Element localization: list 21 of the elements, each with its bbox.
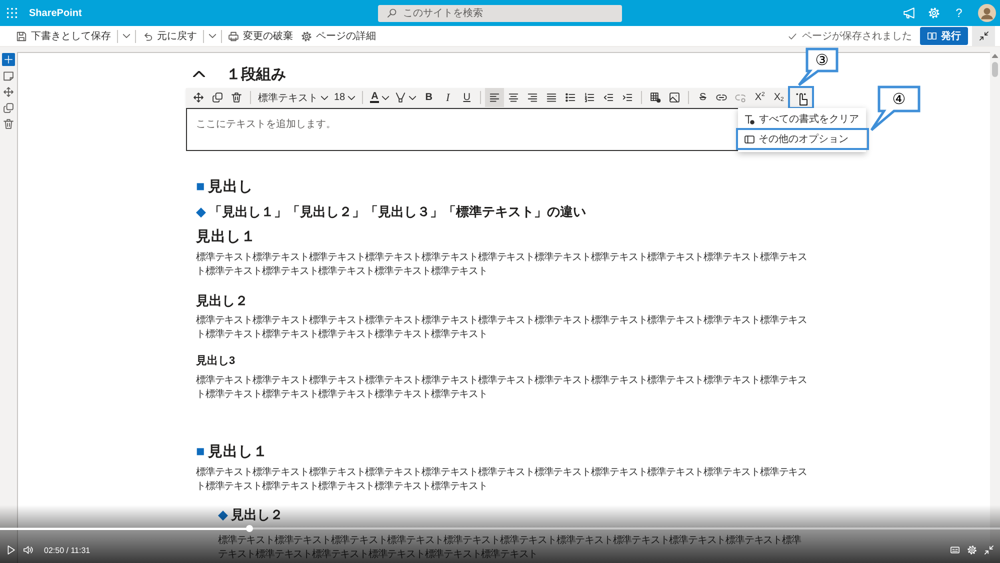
section-title: １段組み <box>226 64 286 84</box>
save-status: ページが保存されました <box>802 30 912 43</box>
heading-text: 見出し１ <box>208 444 268 460</box>
heading-text: 見出し２ <box>231 507 283 522</box>
bullet-marker: ◆ <box>196 204 206 219</box>
body-paragraph: 標準テキスト標準テキスト標準テキスト標準テキスト標準テキスト標準テキスト標準テキスト標準テキスト標準テキスト標準テキスト標準テキスト標準テキスト標準テキスト標準テキスト標準テキスト標準テキスト <box>196 466 808 494</box>
bullet-marker: ■ <box>196 179 205 195</box>
body-paragraph: 標準テキスト標準テキスト標準テキスト標準テキスト標準テキスト標準テキスト標準テキスト標準テキスト標準テキスト標準テキスト標準テキスト標準テキスト標準テキスト標準テキスト標準テキスト標準テキスト <box>196 251 808 279</box>
heading-text: 「見出し１」「見出し２」「見出し３」「標準テキスト」の違い <box>209 204 586 219</box>
heading-text: 見出し２ <box>196 293 248 308</box>
body-paragraph: 標準テキスト標準テキスト標準テキスト標準テキスト標準テキスト標準テキスト標準テキスト標準テキスト標準テキスト標準テキスト標準テキスト標準テキスト標準テキスト標準テキスト標準テキスト標準テキスト <box>196 314 808 342</box>
body-paragraph: 標準テキスト標準テキスト標準テキスト標準テキスト標準テキスト標準テキスト標準テキスト標準テキスト標準テキスト標準テキスト標準テキスト標準テキスト標準テキスト標準テキスト標準テキスト標準テキスト <box>196 374 808 402</box>
body-paragraph: 標準テキスト標準テキスト標準テキスト標準テキスト標準テキスト標準テキスト標準テキスト標準テキスト標準テキスト標準テキスト標準テキスト標準テキスト標準テキスト標準テキスト標準テキスト標準テキスト <box>218 534 802 562</box>
heading-text: 見出し <box>208 179 253 195</box>
bullet-marker: ◆ <box>218 507 228 522</box>
heading-text: 見出し１ <box>196 229 256 245</box>
bullet-marker: ■ <box>196 444 205 460</box>
callout-number: ③ <box>814 51 830 71</box>
heading-text: 見出し3 <box>196 355 236 367</box>
callout-number: ④ <box>891 90 907 110</box>
playback-time: 02:50 / 11:31 <box>44 546 90 554</box>
